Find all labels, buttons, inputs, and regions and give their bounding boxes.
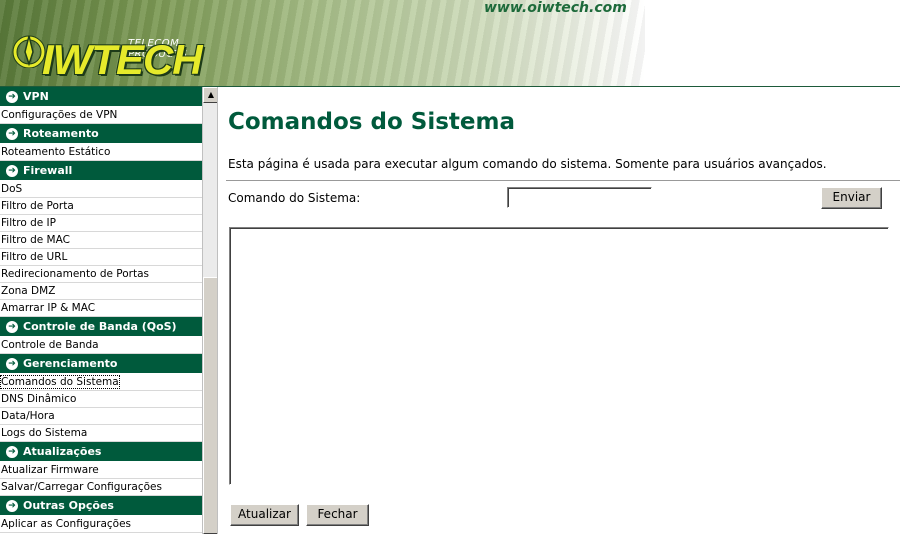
- sidebar-item-label: Atualizar Firmware: [1, 464, 99, 476]
- sidebar-item-label: DNS Dinâmico: [1, 393, 77, 405]
- sidebar-item[interactable]: Zona DMZ: [0, 283, 202, 300]
- sidebar-section-label: Roteamento: [23, 126, 99, 140]
- sidebar-item[interactable]: Controle de Banda: [0, 337, 202, 354]
- sidebar-item[interactable]: Aplicar as Configurações: [0, 516, 202, 533]
- command-label: Comando do Sistema:: [228, 191, 361, 205]
- sidebar-item[interactable]: Filtro de MAC: [0, 232, 202, 249]
- sidebar-item-label: Filtro de IP: [1, 217, 56, 229]
- scroll-up-button[interactable]: ▲: [203, 87, 217, 103]
- refresh-button[interactable]: Atualizar: [230, 504, 299, 526]
- logo-wordmark: IWTECH: [42, 36, 203, 83]
- sidebar-item[interactable]: Roteamento Estático: [0, 144, 202, 161]
- sidebar-item[interactable]: DoS: [0, 181, 202, 198]
- divider: [226, 180, 900, 181]
- sidebar: ➔ VPN Configurações de VPN ➔ Roteamento Rotea…: [0, 87, 218, 534]
- scroll-thumb[interactable]: [203, 277, 217, 534]
- sidebar-item[interactable]: Logs do Sistema: [0, 425, 202, 442]
- site-url: www.oiwtech.com: [484, 0, 627, 16]
- sidebar-section-label: VPN: [23, 89, 49, 103]
- close-button[interactable]: Fechar: [306, 504, 369, 526]
- sidebar-scrollbar[interactable]: ▲: [202, 87, 217, 534]
- sidebar-item[interactable]: DNS Dinâmico: [0, 391, 202, 408]
- arrow-right-circle-icon: ➔: [6, 127, 18, 140]
- sidebar-item-label: Logs do Sistema: [1, 427, 88, 439]
- sidebar-item-label: Comandos do Sistema: [0, 375, 120, 389]
- arrow-right-circle-icon: ➔: [6, 499, 18, 512]
- command-output-area[interactable]: [229, 227, 889, 485]
- sidebar-item-label: Filtro de Porta: [1, 200, 74, 212]
- sidebar-item-label: DoS: [1, 183, 23, 195]
- sidebar-item[interactable]: Salvar/Carregar Configurações: [0, 479, 202, 496]
- sidebar-item-label: Roteamento Estático: [1, 146, 111, 158]
- sidebar-item[interactable]: Filtro de URL: [0, 249, 202, 266]
- sidebar-item[interactable]: Filtro de IP: [0, 215, 202, 232]
- sidebar-item-label: Redirecionamento de Portas: [1, 268, 150, 280]
- sidebar-section-label: Gerenciamento: [23, 356, 118, 370]
- page-description: Esta página é usada para executar algum …: [228, 157, 827, 171]
- sidebar-item-label: Filtro de MAC: [1, 234, 70, 246]
- arrow-right-circle-icon: ➔: [6, 164, 18, 177]
- sidebar-item-label: Amarrar IP & MAC: [1, 302, 96, 314]
- header-banner: TELECOM PRODUCTS IWTECH www.oiwtech.com: [0, 0, 645, 87]
- command-input[interactable]: [507, 187, 652, 208]
- sidebar-section-0[interactable]: ➔ VPN: [0, 87, 202, 107]
- sidebar-section-label: Firewall: [23, 163, 73, 177]
- sidebar-item-label: Filtro de URL: [1, 251, 68, 263]
- sidebar-item-label: Configurações de VPN: [1, 109, 118, 121]
- sidebar-section-6[interactable]: ➔ Outras Opções: [0, 496, 202, 516]
- arrow-right-circle-icon: ➔: [6, 357, 18, 370]
- sidebar-item[interactable]: Amarrar IP & MAC: [0, 300, 202, 317]
- oiwtech-logo: TELECOM PRODUCTS IWTECH: [12, 14, 212, 83]
- sidebar-section-label: Outras Opções: [23, 498, 114, 512]
- sidebar-item-label: Aplicar as Configurações: [1, 518, 132, 530]
- sidebar-item[interactable]: Configurações de VPN: [0, 107, 202, 124]
- sidebar-section-3[interactable]: ➔ Controle de Banda (QoS): [0, 317, 202, 337]
- sidebar-item[interactable]: Atualizar Firmware: [0, 462, 202, 479]
- sidebar-item-label: Controle de Banda: [1, 339, 99, 351]
- sidebar-item-label: Zona DMZ: [1, 285, 56, 297]
- sidebar-section-4[interactable]: ➔ Gerenciamento: [0, 354, 202, 374]
- sidebar-item-label: Salvar/Carregar Configurações: [1, 481, 162, 493]
- sidebar-item[interactable]: Data/Hora: [0, 408, 202, 425]
- sidebar-menu: ➔ VPN Configurações de VPN ➔ Roteamento Rotea…: [0, 87, 202, 533]
- header: TELECOM PRODUCTS IWTECH www.oiwtech.com: [0, 0, 900, 87]
- sidebar-section-label: Atualizações: [23, 444, 102, 458]
- sidebar-item[interactable]: Filtro de Porta: [0, 198, 202, 215]
- sidebar-section-1[interactable]: ➔ Roteamento: [0, 124, 202, 144]
- arrow-right-circle-icon: ➔: [6, 320, 18, 333]
- page-title: Comandos do Sistema: [228, 109, 515, 135]
- sidebar-section-label: Controle de Banda (QoS): [23, 319, 177, 333]
- sidebar-section-2[interactable]: ➔ Firewall: [0, 161, 202, 181]
- sidebar-item[interactable]: Comandos do Sistema: [0, 374, 202, 391]
- main-content: Comandos do Sistema Esta página é usada …: [218, 87, 900, 534]
- arrow-right-circle-icon: ➔: [6, 90, 18, 103]
- send-button[interactable]: Enviar: [821, 187, 882, 209]
- logo-mark-icon: [12, 35, 46, 68]
- arrow-right-circle-icon: ➔: [6, 445, 18, 458]
- sidebar-section-5[interactable]: ➔ Atualizações: [0, 442, 202, 462]
- sidebar-item-label: Data/Hora: [1, 410, 55, 422]
- sidebar-item[interactable]: Redirecionamento de Portas: [0, 266, 202, 283]
